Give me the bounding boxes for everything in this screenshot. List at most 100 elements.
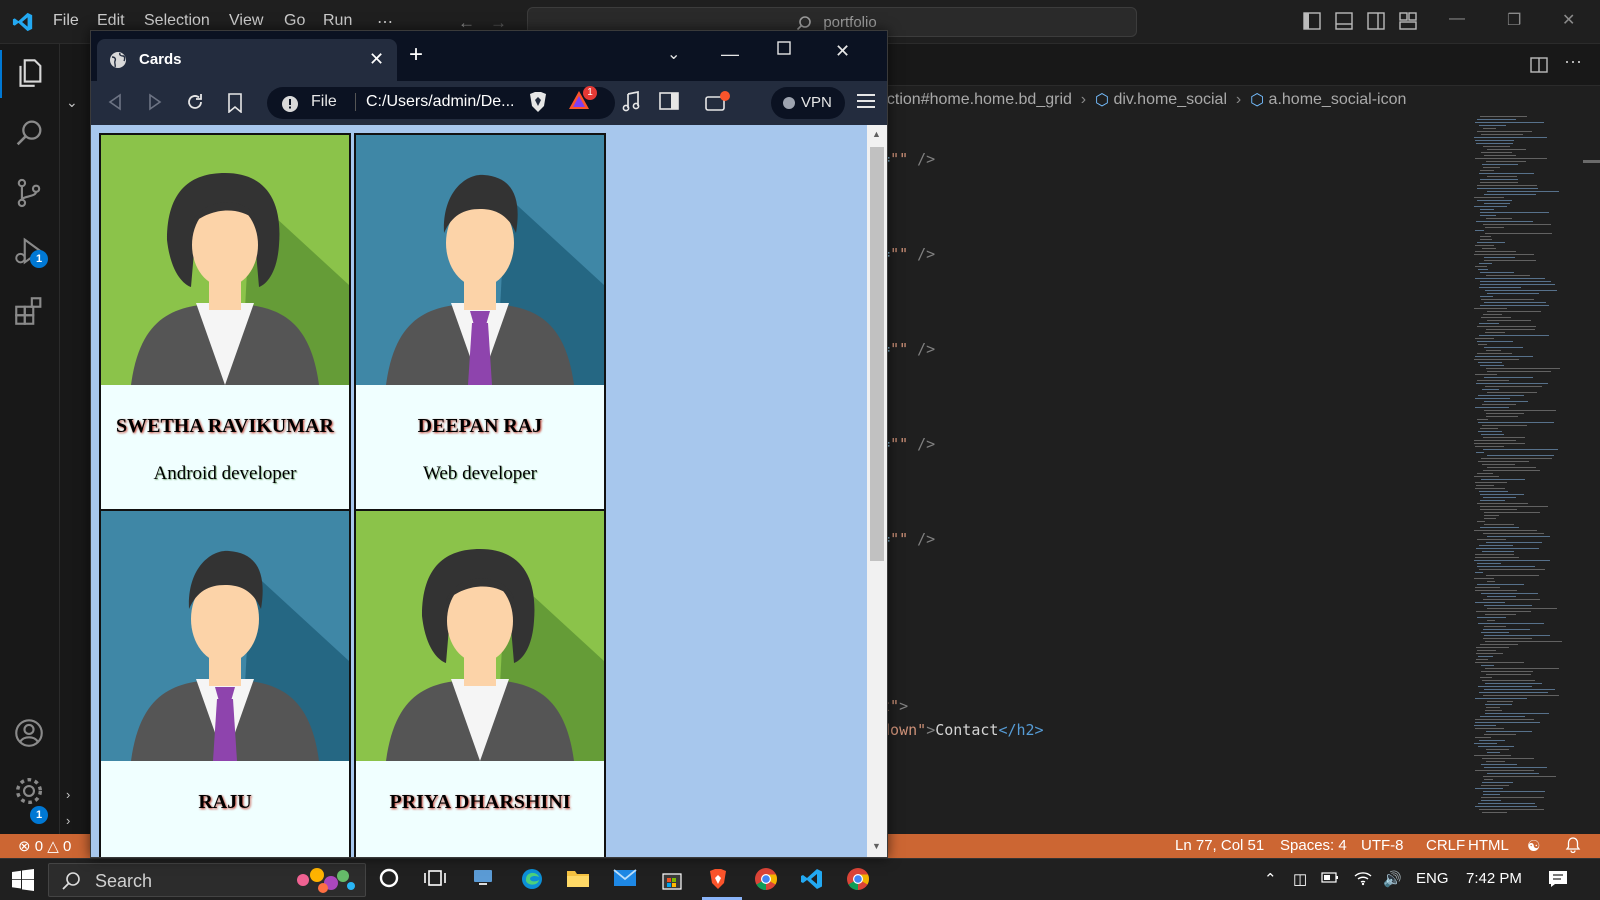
indentation[interactable]: Spaces: 4 [1280, 837, 1347, 854]
bookmark-icon[interactable] [227, 93, 243, 113]
clock-time[interactable]: 7:42 PM [1466, 870, 1522, 887]
sidebar-toggle-icon[interactable] [659, 92, 679, 110]
input-language[interactable]: ENG [1416, 870, 1449, 887]
line-ending[interactable]: CRLF [1426, 837, 1465, 854]
hamburger-menu-icon[interactable] [857, 93, 875, 109]
remote-desktop-icon[interactable] [472, 867, 494, 889]
notifications-bell-icon[interactable] [1565, 837, 1581, 853]
menu-file[interactable]: File [53, 12, 79, 30]
restore-icon[interactable]: ❐ [1507, 10, 1521, 30]
toggle-primary-sidebar-icon[interactable] [1303, 12, 1321, 30]
action-center-icon[interactable] [1548, 870, 1568, 888]
breadcrumb-anchor[interactable]: a.home_social-icon [1269, 91, 1407, 108]
forward-icon[interactable] [147, 93, 163, 111]
minimap-slider[interactable] [1583, 160, 1600, 163]
file-explorer-icon[interactable] [566, 867, 590, 889]
brave-browser-icon[interactable] [706, 867, 730, 891]
split-editor-icon[interactable] [1530, 56, 1548, 74]
card-name: PRIYA DHARSHINI [389, 791, 571, 813]
task-view-icon[interactable] [424, 867, 446, 889]
card-role: Android developer [153, 463, 297, 484]
breadcrumb-section[interactable]: section#home.home.bd_grid [870, 91, 1072, 108]
chrome-icon[interactable] [754, 867, 778, 891]
new-tab-plus-icon[interactable]: + [409, 43, 423, 67]
cube-icon: ⬡ [1095, 92, 1109, 109]
media-music-icon[interactable] [621, 91, 641, 113]
scroll-up-arrow-icon[interactable]: ▲ [872, 129, 881, 139]
accounts-icon[interactable] [12, 716, 46, 750]
brave-shields-icon[interactable] [527, 90, 549, 114]
chevron-right-icon[interactable]: › [66, 813, 70, 828]
browser-tab-strip: Cards ✕ + ⌄ — ✕ [91, 31, 887, 81]
encoding[interactable]: UTF-8 [1361, 837, 1404, 854]
customize-layout-icon[interactable] [1399, 12, 1417, 30]
cube-icon: ⬡ [1250, 92, 1265, 109]
browser-window: Cards ✕ + ⌄ — ✕ File C:/Users/admin/De..… [90, 30, 888, 858]
vscode-taskbar-icon[interactable] [800, 867, 824, 891]
search-icon[interactable] [12, 116, 46, 150]
minimize-icon[interactable]: — [1449, 10, 1465, 28]
menu-selection[interactable]: Selection [144, 12, 210, 30]
chevron-right-icon[interactable]: › [66, 787, 70, 802]
profile-card[interactable]: RAJU [99, 509, 351, 857]
close-window-icon[interactable]: ✕ [835, 41, 850, 62]
menu-go[interactable]: Go [284, 12, 305, 30]
back-icon[interactable] [107, 93, 123, 111]
battery-icon[interactable] [1321, 870, 1339, 884]
cursor-position[interactable]: Ln 77, Col 51 [1175, 837, 1264, 854]
site-info-icon[interactable] [281, 95, 299, 113]
volume-icon[interactable]: 🔊 [1383, 870, 1402, 888]
windows-taskbar: Search ⌃ ◫ 🔊 ENG 7:42 PM [0, 858, 1600, 900]
menu-more[interactable]: ⋯ [377, 12, 393, 32]
explorer-icon[interactable] [12, 56, 46, 90]
toggle-panel-icon[interactable] [1335, 12, 1353, 30]
show-hidden-icons-chevron-icon[interactable]: ⌃ [1264, 870, 1277, 888]
chrome-profile-icon[interactable] [846, 867, 870, 891]
scroll-down-arrow-icon[interactable]: ▼ [872, 841, 881, 851]
chevron-down-icon[interactable]: ⌄ [66, 94, 78, 111]
url-text[interactable]: C:/Users/admin/De... [355, 93, 514, 111]
wallet-icon[interactable] [705, 91, 731, 113]
card-name: DEEPAN RAJ [417, 415, 543, 437]
breadcrumb-div[interactable]: div.home_social [1113, 91, 1227, 108]
menu-view[interactable]: View [229, 12, 263, 30]
feedback-icon[interactable]: ☯ [1527, 837, 1540, 855]
code-line[interactable]: -down">Contact</h2> [872, 721, 1044, 739]
menu-edit[interactable]: Edit [97, 12, 125, 30]
page-scrollbar[interactable]: ▲ ▼ [867, 125, 887, 857]
female-avatar-image [356, 511, 604, 761]
close-icon[interactable]: ✕ [1562, 10, 1575, 30]
tab-search-chevron-icon[interactable]: ⌄ [667, 44, 680, 64]
close-tab-icon[interactable]: ✕ [369, 49, 384, 70]
taskbar-search[interactable]: Search [48, 863, 366, 897]
manage-gear-icon[interactable] [12, 774, 46, 808]
problems-indicator[interactable]: ⊗ 0 △ 0 [18, 837, 71, 855]
active-indicator [0, 50, 2, 98]
activity-bar: 1 1 [0, 44, 60, 834]
maximize-icon[interactable] [777, 41, 791, 55]
source-control-icon[interactable] [12, 176, 46, 210]
minimize-icon[interactable]: — [721, 44, 739, 65]
wifi-icon[interactable] [1354, 870, 1372, 886]
cortana-icon[interactable] [378, 867, 400, 889]
menu-run[interactable]: Run [323, 12, 352, 30]
address-bar[interactable]: File C:/Users/admin/De... [267, 87, 615, 119]
profile-card[interactable]: PRIYA DHARSHINI [354, 509, 606, 857]
breadcrumb: section#home.home.bd_grid › ⬡ div.home_s… [870, 91, 1407, 109]
minimap[interactable] [1468, 114, 1588, 834]
reload-icon[interactable] [185, 92, 205, 112]
vpn-button[interactable]: VPN [771, 87, 845, 119]
language-mode[interactable]: HTML [1468, 837, 1509, 854]
scrollbar-thumb[interactable] [870, 147, 884, 561]
edge-icon[interactable] [520, 867, 544, 891]
mail-icon[interactable] [613, 867, 637, 889]
tab-cards[interactable]: Cards ✕ [97, 39, 397, 81]
store-icon[interactable] [660, 867, 684, 891]
toggle-secondary-sidebar-icon[interactable] [1367, 12, 1385, 30]
extensions-icon[interactable] [12, 294, 46, 328]
more-actions-icon[interactable]: ⋯ [1564, 52, 1582, 73]
profile-card[interactable]: DEEPAN RAJ Web developer [354, 133, 606, 514]
profile-card[interactable]: SWETHA RAVIKUMAR Android developer [99, 133, 351, 514]
meet-now-icon[interactable]: ◫ [1293, 870, 1307, 888]
windows-start-icon[interactable] [12, 869, 34, 891]
